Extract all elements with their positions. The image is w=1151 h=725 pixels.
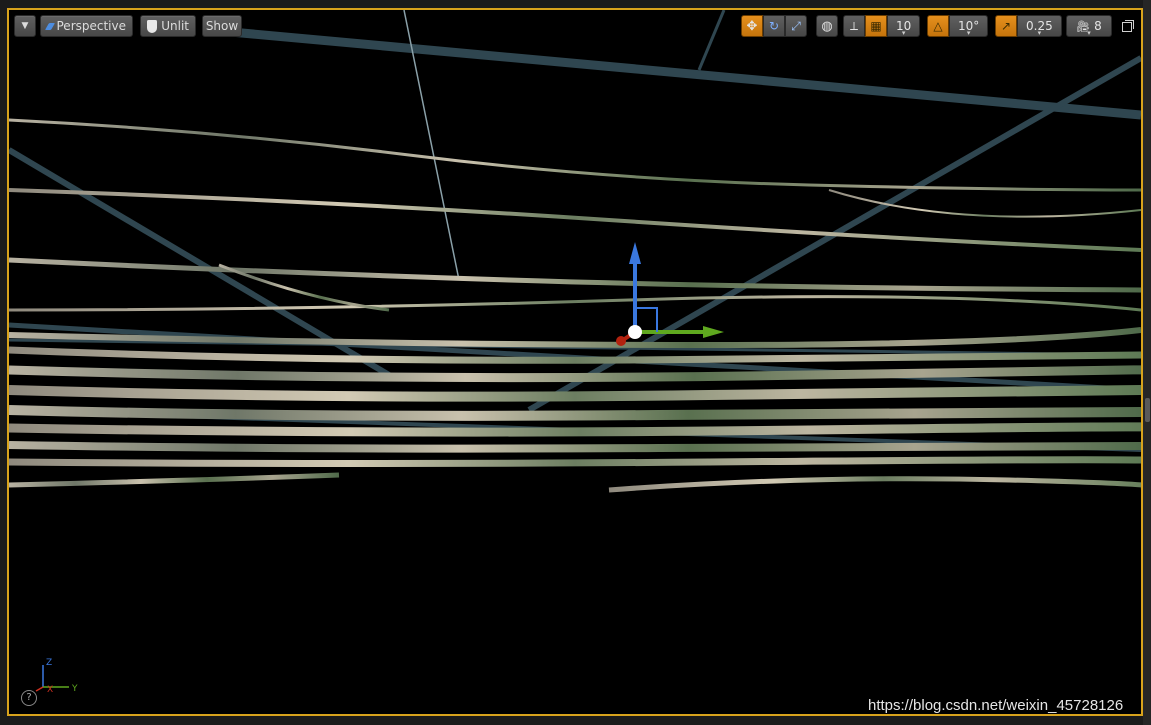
rotation-snap-toggle[interactable]: △	[927, 15, 949, 37]
surface-snapping-button[interactable]: ⟂	[843, 15, 865, 37]
axis-x-label: X	[47, 685, 53, 693]
camera-speed-group: 🎥︎ 8 ▾	[1066, 15, 1112, 37]
chevron-down-icon: ▾	[1087, 29, 1091, 37]
triangle-angle-icon: △	[933, 19, 943, 33]
show-button[interactable]: Show	[202, 15, 242, 37]
scale-snap-toggle[interactable]: ↗	[995, 15, 1017, 37]
scale-snap-value[interactable]: 0.25 ▾	[1017, 15, 1062, 37]
structure-beams	[9, 10, 1141, 452]
viewport-toolbar: ▼ Perspective Unlit Show ✥ ↻ ⤢ ◍ ⟂ ▦ 10 …	[9, 10, 1141, 44]
camera-speed-button[interactable]: 🎥︎ 8 ▾	[1066, 15, 1112, 37]
axis-y-label: Y	[71, 684, 78, 693]
axis-indicator: Z X Y	[35, 658, 78, 693]
grid-snap-group: ⟂ ▦ 10 ▾	[843, 15, 921, 37]
chevron-down-icon: ▾	[1037, 29, 1042, 37]
grid-snap-toggle[interactable]: ▦	[865, 15, 887, 37]
diagonal-arrow-icon: ↗	[1000, 19, 1012, 33]
chevron-down-icon: ▾	[901, 29, 906, 37]
coordinate-space-button[interactable]: ◍	[816, 15, 838, 37]
scale-tool-button[interactable]: ⤢	[785, 15, 807, 37]
editor-side-strip	[1143, 0, 1151, 725]
move-arrows-icon: ✥	[746, 18, 758, 34]
globe-icon: ◍	[821, 18, 833, 34]
maximize-icon-back	[1125, 20, 1134, 29]
translate-tool-button[interactable]: ✥	[741, 15, 763, 37]
rotation-snap-group: △ 10° ▾	[927, 15, 989, 37]
level-viewport[interactable]: ▼ Perspective Unlit Show ✥ ↻ ⤢ ◍ ⟂ ▦ 10 …	[7, 8, 1143, 716]
viewport-options-button[interactable]: ▼	[14, 15, 36, 37]
scene-render[interactable]	[9, 10, 1141, 714]
chevron-down-icon: ▾	[966, 29, 971, 37]
shield-icon	[147, 19, 158, 33]
transform-tools-group: ✥ ↻ ⤢	[741, 15, 807, 37]
scale-snap-group: ↗ 0.25 ▾	[995, 15, 1062, 37]
axis-z-label: Z	[46, 658, 52, 668]
chevron-down-icon: ▼	[21, 21, 29, 31]
grid-snap-value[interactable]: 10 ▾	[887, 15, 921, 37]
rotate-tool-button[interactable]: ↻	[763, 15, 785, 37]
rotate-icon: ↻	[768, 19, 780, 33]
perspective-icon	[44, 22, 55, 30]
maximize-button[interactable]	[1122, 20, 1134, 32]
help-icon[interactable]: ?	[21, 690, 37, 706]
transform-gizmo[interactable]	[616, 242, 724, 346]
terrain-strips	[9, 118, 1141, 493]
view-mode-label: Perspective	[56, 19, 127, 33]
grid-icon: ▦	[870, 19, 882, 33]
scale-icon: ⤢	[791, 18, 801, 33]
lighting-mode-label: Unlit	[161, 19, 189, 33]
show-label: Show	[205, 19, 239, 33]
panel-resize-handle[interactable]	[1145, 398, 1150, 422]
coordinate-space-group: ◍	[816, 15, 838, 37]
surface-snap-icon: ⟂	[849, 18, 858, 33]
view-mode-button[interactable]: Perspective	[40, 15, 133, 37]
rotation-snap-value[interactable]: 10° ▾	[949, 15, 989, 37]
lighting-mode-button[interactable]: Unlit	[140, 15, 196, 37]
watermark-text: https://blog.csdn.net/weixin_45728126	[868, 697, 1124, 714]
